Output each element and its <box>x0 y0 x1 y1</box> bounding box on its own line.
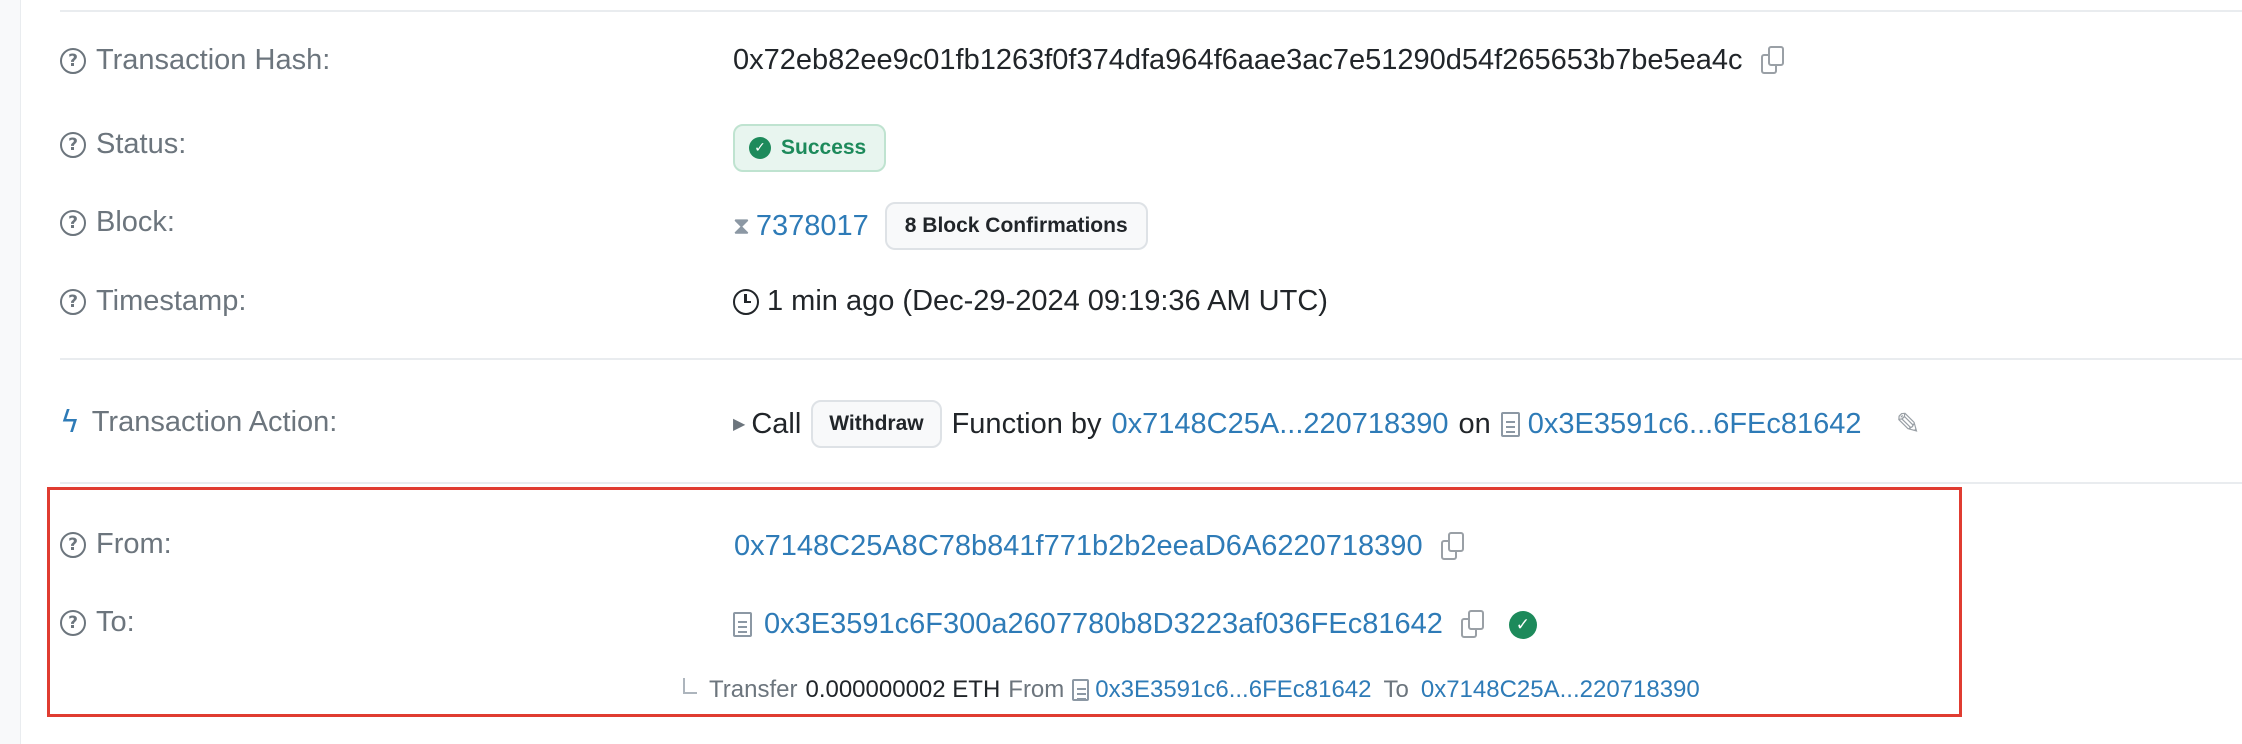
copy-icon[interactable] <box>1760 45 1787 76</box>
status-label-text: Status: <box>96 128 187 160</box>
question-circle-icon[interactable]: ? <box>60 131 86 158</box>
divider-top <box>60 10 2242 12</box>
row-block: ? Block: ⧗ 7378017 8 Block Confirmations <box>60 202 2200 252</box>
row-timestamp: ? Timestamp: 1 min ago (Dec-29-2024 09:1… <box>60 285 2200 325</box>
to-label: ? To: <box>60 606 135 639</box>
caret-right-icon[interactable]: ▶ <box>733 414 745 434</box>
question-circle-icon[interactable]: ? <box>60 209 86 236</box>
lightning-icon: ϟ <box>60 405 80 440</box>
from-address-link[interactable]: 0x7148C25A8C78b841f771b2b2eeaD6A62207183… <box>734 530 1423 563</box>
from-value: 0x7148C25A8C78b841f771b2b2eeaD6A62207183… <box>734 530 1467 563</box>
question-circle-icon[interactable]: ? <box>60 531 86 558</box>
hourglass-icon: ⧗ <box>733 212 750 240</box>
contract-doc-icon <box>733 612 752 637</box>
copy-icon[interactable] <box>1460 609 1487 640</box>
transaction-hash-label-text: Transaction Hash: <box>96 44 331 76</box>
transaction-action-value: ▶ Call Withdraw Function by 0x7148C25A..… <box>733 400 1921 448</box>
transaction-action-label-text: Transaction Action: <box>91 406 338 438</box>
divider-middle <box>60 358 2242 360</box>
action-on-text: on <box>1458 407 1491 440</box>
transaction-hash-label: ? Transaction Hash: <box>60 44 330 77</box>
status-value: ✓ Success <box>733 124 887 172</box>
block-label-text: Block: <box>96 206 175 238</box>
divider-bottom <box>60 482 2242 484</box>
block-confirmations-badge: 8 Block Confirmations <box>884 202 1148 250</box>
transaction-action-label: ϟ Transaction Action: <box>60 405 337 440</box>
status-label: ? Status: <box>60 128 186 161</box>
row-transaction-hash: ? Transaction Hash: 0x72eb82ee9c01fb1263… <box>60 44 2200 84</box>
contract-doc-icon <box>1072 679 1090 701</box>
transfer-from-link[interactable]: 0x3E3591c6...6FEc81642 <box>1095 676 1371 704</box>
row-transaction-action: ϟ Transaction Action: ▶ Call Withdraw Fu… <box>60 400 2200 450</box>
transfer-to-label: To <box>1383 676 1409 703</box>
to-address-link[interactable]: 0x3E3591c6F300a2607780b8D3223af036FEc816… <box>764 608 1443 641</box>
copy-icon[interactable] <box>1440 531 1467 562</box>
question-circle-icon[interactable]: ? <box>60 47 86 74</box>
timestamp-label-text: Timestamp: <box>96 285 247 317</box>
timestamp-value: 1 min ago (Dec-29-2024 09:19:36 AM UTC) <box>733 285 1328 318</box>
status-badge-text: Success <box>781 136 867 159</box>
from-label: ? From: <box>60 528 172 561</box>
question-circle-icon[interactable]: ? <box>60 288 86 315</box>
block-number-link[interactable]: 7378017 <box>756 210 869 243</box>
status-badge: ✓ Success <box>733 124 887 172</box>
clock-icon <box>733 288 759 315</box>
elbow-connector-icon <box>683 678 697 694</box>
transaction-hash-text: 0x72eb82ee9c01fb1263f0f374dfa964f6aae3ac… <box>733 44 1743 76</box>
transfer-amount: 0.000000002 ETH <box>805 676 1001 703</box>
internal-transfer-line: Transfer 0.000000002 ETH From 0x3E3591c6… <box>673 676 1700 704</box>
from-label-text: From: <box>96 528 172 560</box>
contract-address-link[interactable]: 0x3E3591c6...6FEc81642 <box>1528 408 1862 441</box>
row-to: ? To: 0x3E3591c6F300a2607780b8D3223af036… <box>60 606 2200 650</box>
pencil-icon[interactable]: ✎ <box>1896 407 1921 442</box>
row-from: ? From: 0x7148C25A8C78b841f771b2b2eeaD6A… <box>60 528 2200 568</box>
timestamp-text: 1 min ago (Dec-29-2024 09:19:36 AM UTC) <box>767 285 1328 317</box>
action-function-by-text: Function by <box>951 407 1102 440</box>
transfer-to-link[interactable]: 0x7148C25A...220718390 <box>1421 676 1700 704</box>
transfer-from-label: From <box>1008 676 1065 703</box>
question-circle-icon[interactable]: ? <box>60 609 86 636</box>
verified-icon: ✓ <box>1508 610 1537 639</box>
transaction-hash-value: 0x72eb82ee9c01fb1263f0f374dfa964f6aae3ac… <box>733 44 1787 77</box>
block-value: ⧗ 7378017 8 Block Confirmations <box>733 202 1148 250</box>
transfer-prefix: Transfer <box>709 676 798 703</box>
timestamp-label: ? Timestamp: <box>60 285 246 318</box>
left-edge-panel <box>0 0 21 744</box>
row-status: ? Status: ✓ Success <box>60 124 2200 174</box>
caller-address-link[interactable]: 0x7148C25A...220718390 <box>1112 408 1449 441</box>
action-call-text: Call <box>751 407 802 440</box>
contract-doc-icon <box>1500 411 1520 437</box>
to-label-text: To: <box>96 606 135 638</box>
check-circle-icon: ✓ <box>749 137 771 159</box>
block-label: ? Block: <box>60 206 175 239</box>
function-name-badge: Withdraw <box>811 400 942 448</box>
to-value: 0x3E3591c6F300a2607780b8D3223af036FEc816… <box>733 608 1537 641</box>
